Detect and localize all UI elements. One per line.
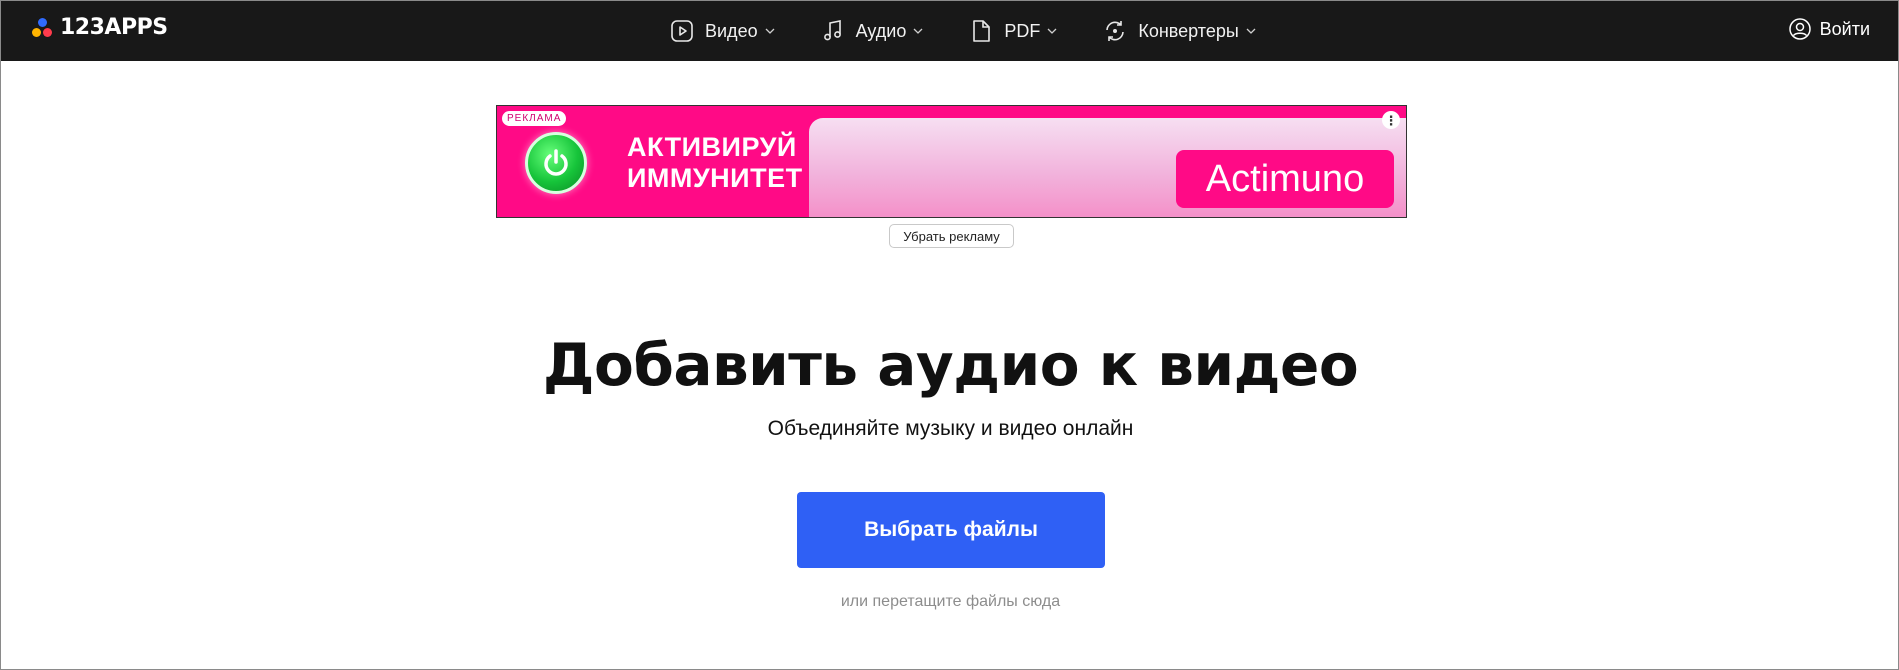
- music-note-icon: [823, 20, 841, 41]
- page-title: Добавить аудио к видео: [542, 331, 1359, 399]
- choose-files-button[interactable]: Выбрать файлы: [797, 492, 1105, 568]
- main-nav: Видео Аудио PDF Конвертеры: [669, 1, 1257, 61]
- remove-ad-button[interactable]: Убрать рекламу: [889, 224, 1014, 248]
- ad-slogan-line2: ИММУНИТЕТ: [627, 163, 803, 193]
- nav-item-converters[interactable]: Конвертеры: [1102, 18, 1256, 44]
- logo-text: 123APPS: [60, 15, 168, 40]
- nav-item-video[interactable]: Видео: [669, 18, 776, 44]
- power-icon: [525, 132, 587, 194]
- ad-slogan-line1: АКТИВИРУЙ: [627, 132, 797, 162]
- logo[interactable]: 123APPS: [30, 15, 168, 40]
- logo-icon: [30, 16, 54, 40]
- page-subtitle: Объединяйте музыку и видео онлайн: [767, 417, 1134, 440]
- login-label: Войти: [1819, 18, 1870, 39]
- drop-hint: или перетащите файлы сюда: [840, 593, 1061, 610]
- login-button[interactable]: Войти: [1788, 17, 1870, 41]
- user-circle-icon: [1788, 18, 1811, 40]
- nav-item-label: PDF: [1004, 20, 1041, 41]
- top-navbar: 123APPS Видео Аудио PDF Конвертеры Войти: [1, 1, 1898, 61]
- chevron-down-icon: [1047, 28, 1057, 34]
- nav-item-label: Конвертеры: [1138, 20, 1239, 41]
- ad-slogan: АКТИВИРУЙ ИММУНИТЕТ: [627, 132, 803, 194]
- convert-icon: [1106, 21, 1125, 41]
- nav-item-audio[interactable]: Аудио: [820, 18, 925, 44]
- document-icon: [973, 20, 991, 42]
- play-circle-icon: [671, 20, 693, 42]
- chevron-down-icon: [765, 28, 775, 34]
- chevron-down-icon: [913, 28, 923, 34]
- nav-item-label: Аудио: [855, 20, 907, 41]
- ad-brand-logo: Actimuno: [1176, 150, 1394, 208]
- nav-item-label: Видео: [705, 20, 758, 41]
- more-vertical-icon[interactable]: ⋮: [1382, 111, 1400, 129]
- nav-item-pdf[interactable]: PDF: [968, 18, 1058, 44]
- ad-banner[interactable]: РЕКЛАМА ⋮ АКТИВИРУЙ ИММУНИТЕТ Actimuno: [496, 105, 1407, 218]
- ad-badge: РЕКЛАМА: [502, 111, 567, 126]
- chevron-down-icon: [1246, 28, 1256, 34]
